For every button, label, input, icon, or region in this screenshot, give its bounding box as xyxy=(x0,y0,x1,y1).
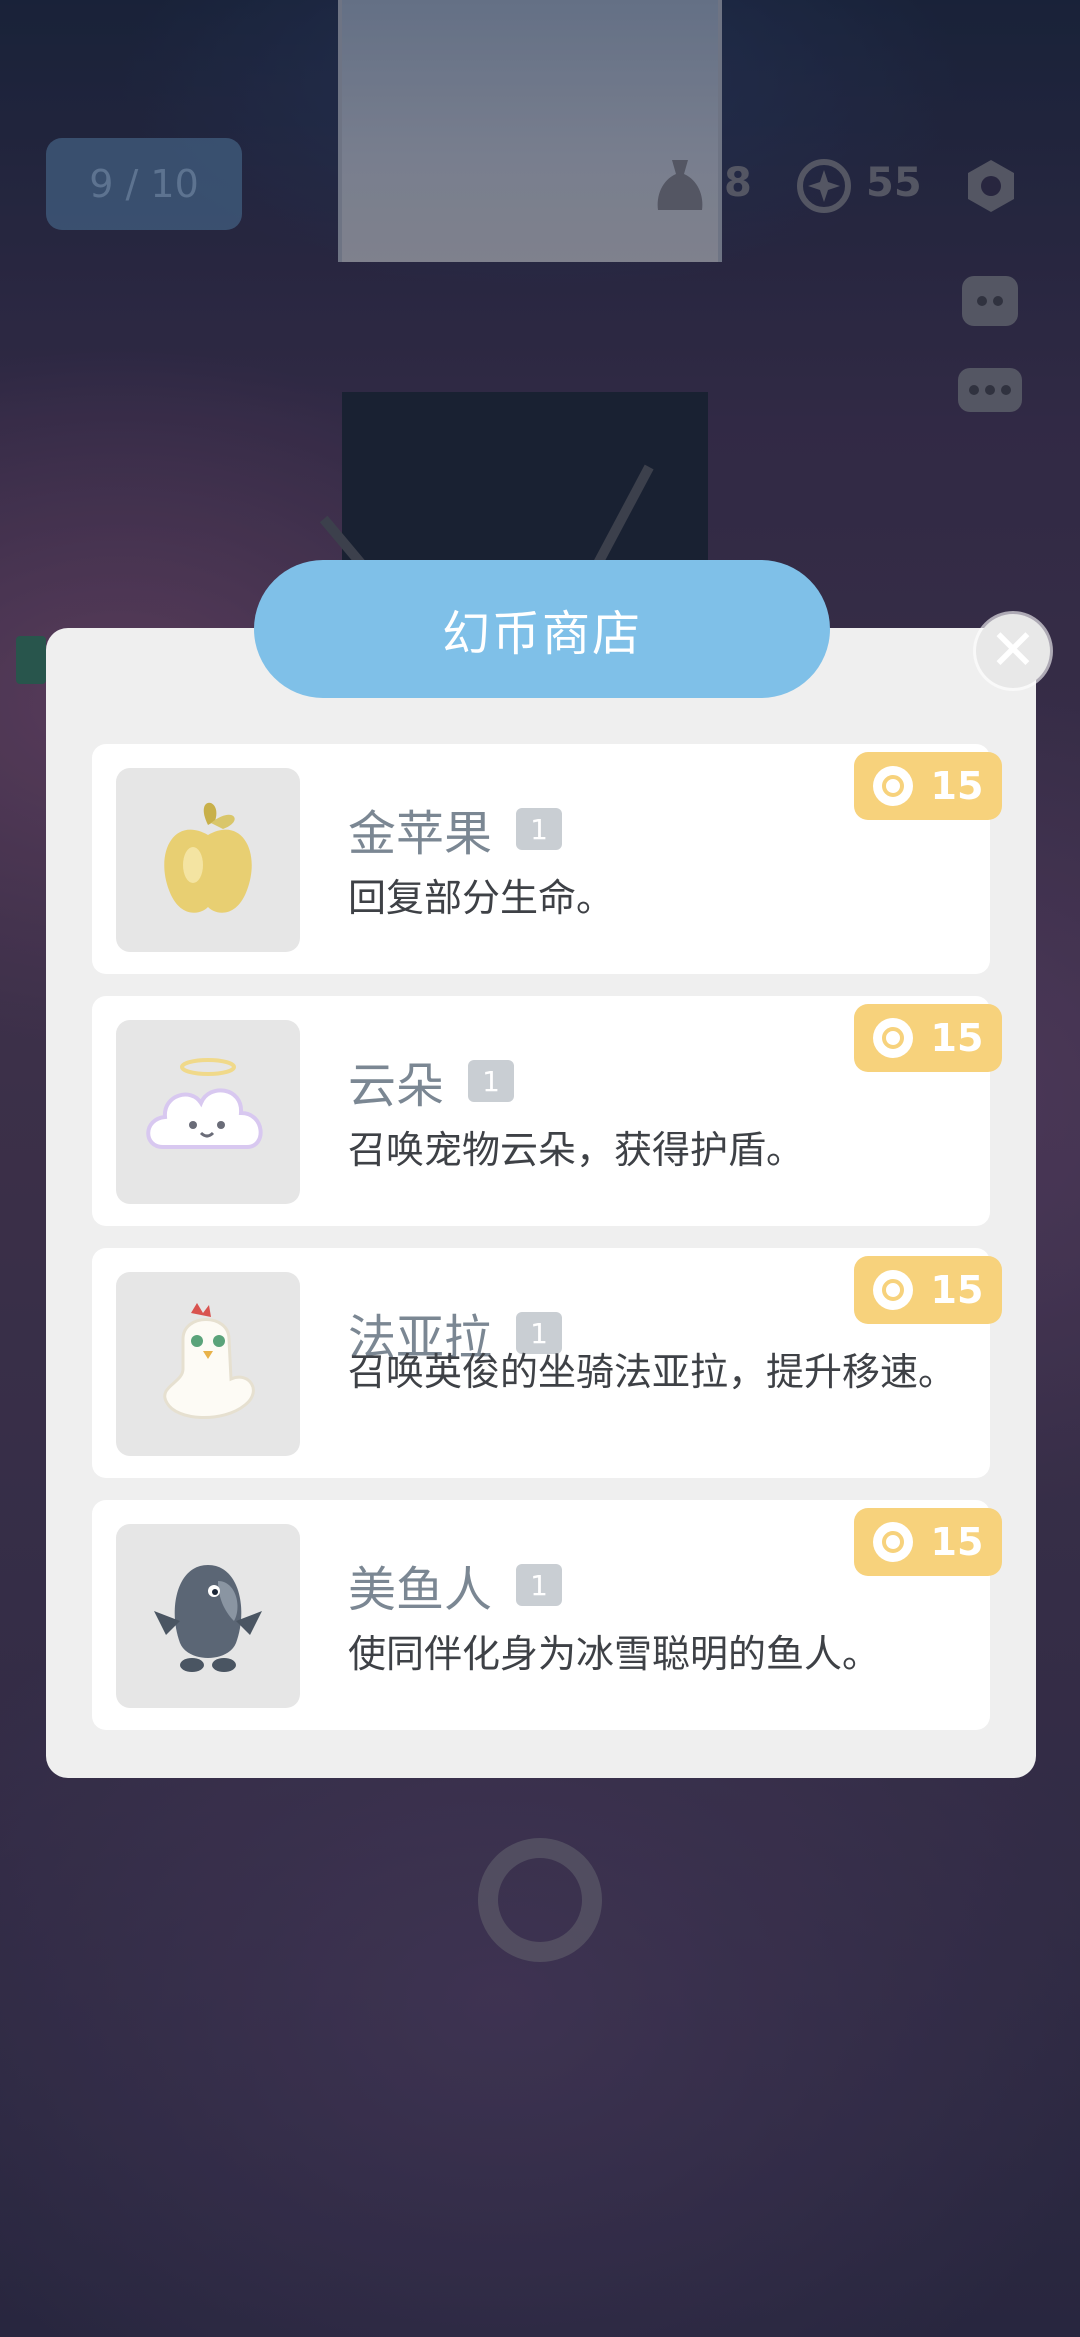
item-name: 美鱼人 xyxy=(348,1562,493,1618)
coin-icon xyxy=(872,766,913,806)
shop-item[interactable]: 云朵 1 召唤宠物云朵，获得护盾。 15 xyxy=(92,996,1002,1226)
coin-icon xyxy=(872,1522,913,1562)
item-qty-badge: 1 xyxy=(516,1564,563,1606)
item-name-row: 金苹果 1 xyxy=(348,794,563,864)
item-desc: 使同伴化身为冰雪聪明的鱼人。 xyxy=(348,1632,881,1676)
item-name-row: 美鱼人 1 xyxy=(348,1550,563,1620)
item-name: 金苹果 xyxy=(348,806,493,862)
golden-apple-icon xyxy=(116,768,300,952)
coin-icon xyxy=(872,1270,913,1310)
item-price: 15 xyxy=(930,1520,984,1564)
chicken-mount-icon xyxy=(116,1272,300,1456)
shop-item[interactable]: 美鱼人 1 使同伴化身为冰雪聪明的鱼人。 15 xyxy=(92,1500,1002,1730)
item-qty-badge: 1 xyxy=(468,1060,515,1102)
item-name-row: 云朵 1 xyxy=(348,1046,515,1116)
item-name: 云朵 xyxy=(348,1058,445,1114)
coin-icon xyxy=(872,1018,913,1058)
fish-person-icon xyxy=(116,1524,300,1708)
item-desc: 召唤英俊的坐骑法亚拉，提升移速。 xyxy=(348,1350,957,1394)
shop-title: 幻币商店 xyxy=(254,560,830,698)
item-price: 15 xyxy=(930,764,984,808)
item-price: 15 xyxy=(930,1016,984,1060)
price-button[interactable]: 15 xyxy=(854,1004,1002,1072)
close-button[interactable]: ✕ xyxy=(976,614,1050,688)
cloud-pet-icon xyxy=(116,1020,300,1204)
shop-item[interactable]: 金苹果 1 回复部分生命。 15 xyxy=(92,744,1002,974)
item-desc: 回复部分生命。 xyxy=(348,876,615,920)
close-icon: ✕ xyxy=(989,618,1037,683)
price-button[interactable]: 15 xyxy=(854,752,1002,820)
price-button[interactable]: 15 xyxy=(854,1256,1002,1324)
price-button[interactable]: 15 xyxy=(854,1508,1002,1576)
shop-item[interactable]: 法亚拉 1 召唤英俊的坐骑法亚拉，提升移速。 15 xyxy=(92,1248,1002,1478)
item-qty-badge: 1 xyxy=(516,808,563,850)
item-price: 15 xyxy=(930,1268,984,1312)
item-desc: 召唤宠物云朵，获得护盾。 xyxy=(348,1128,805,1172)
